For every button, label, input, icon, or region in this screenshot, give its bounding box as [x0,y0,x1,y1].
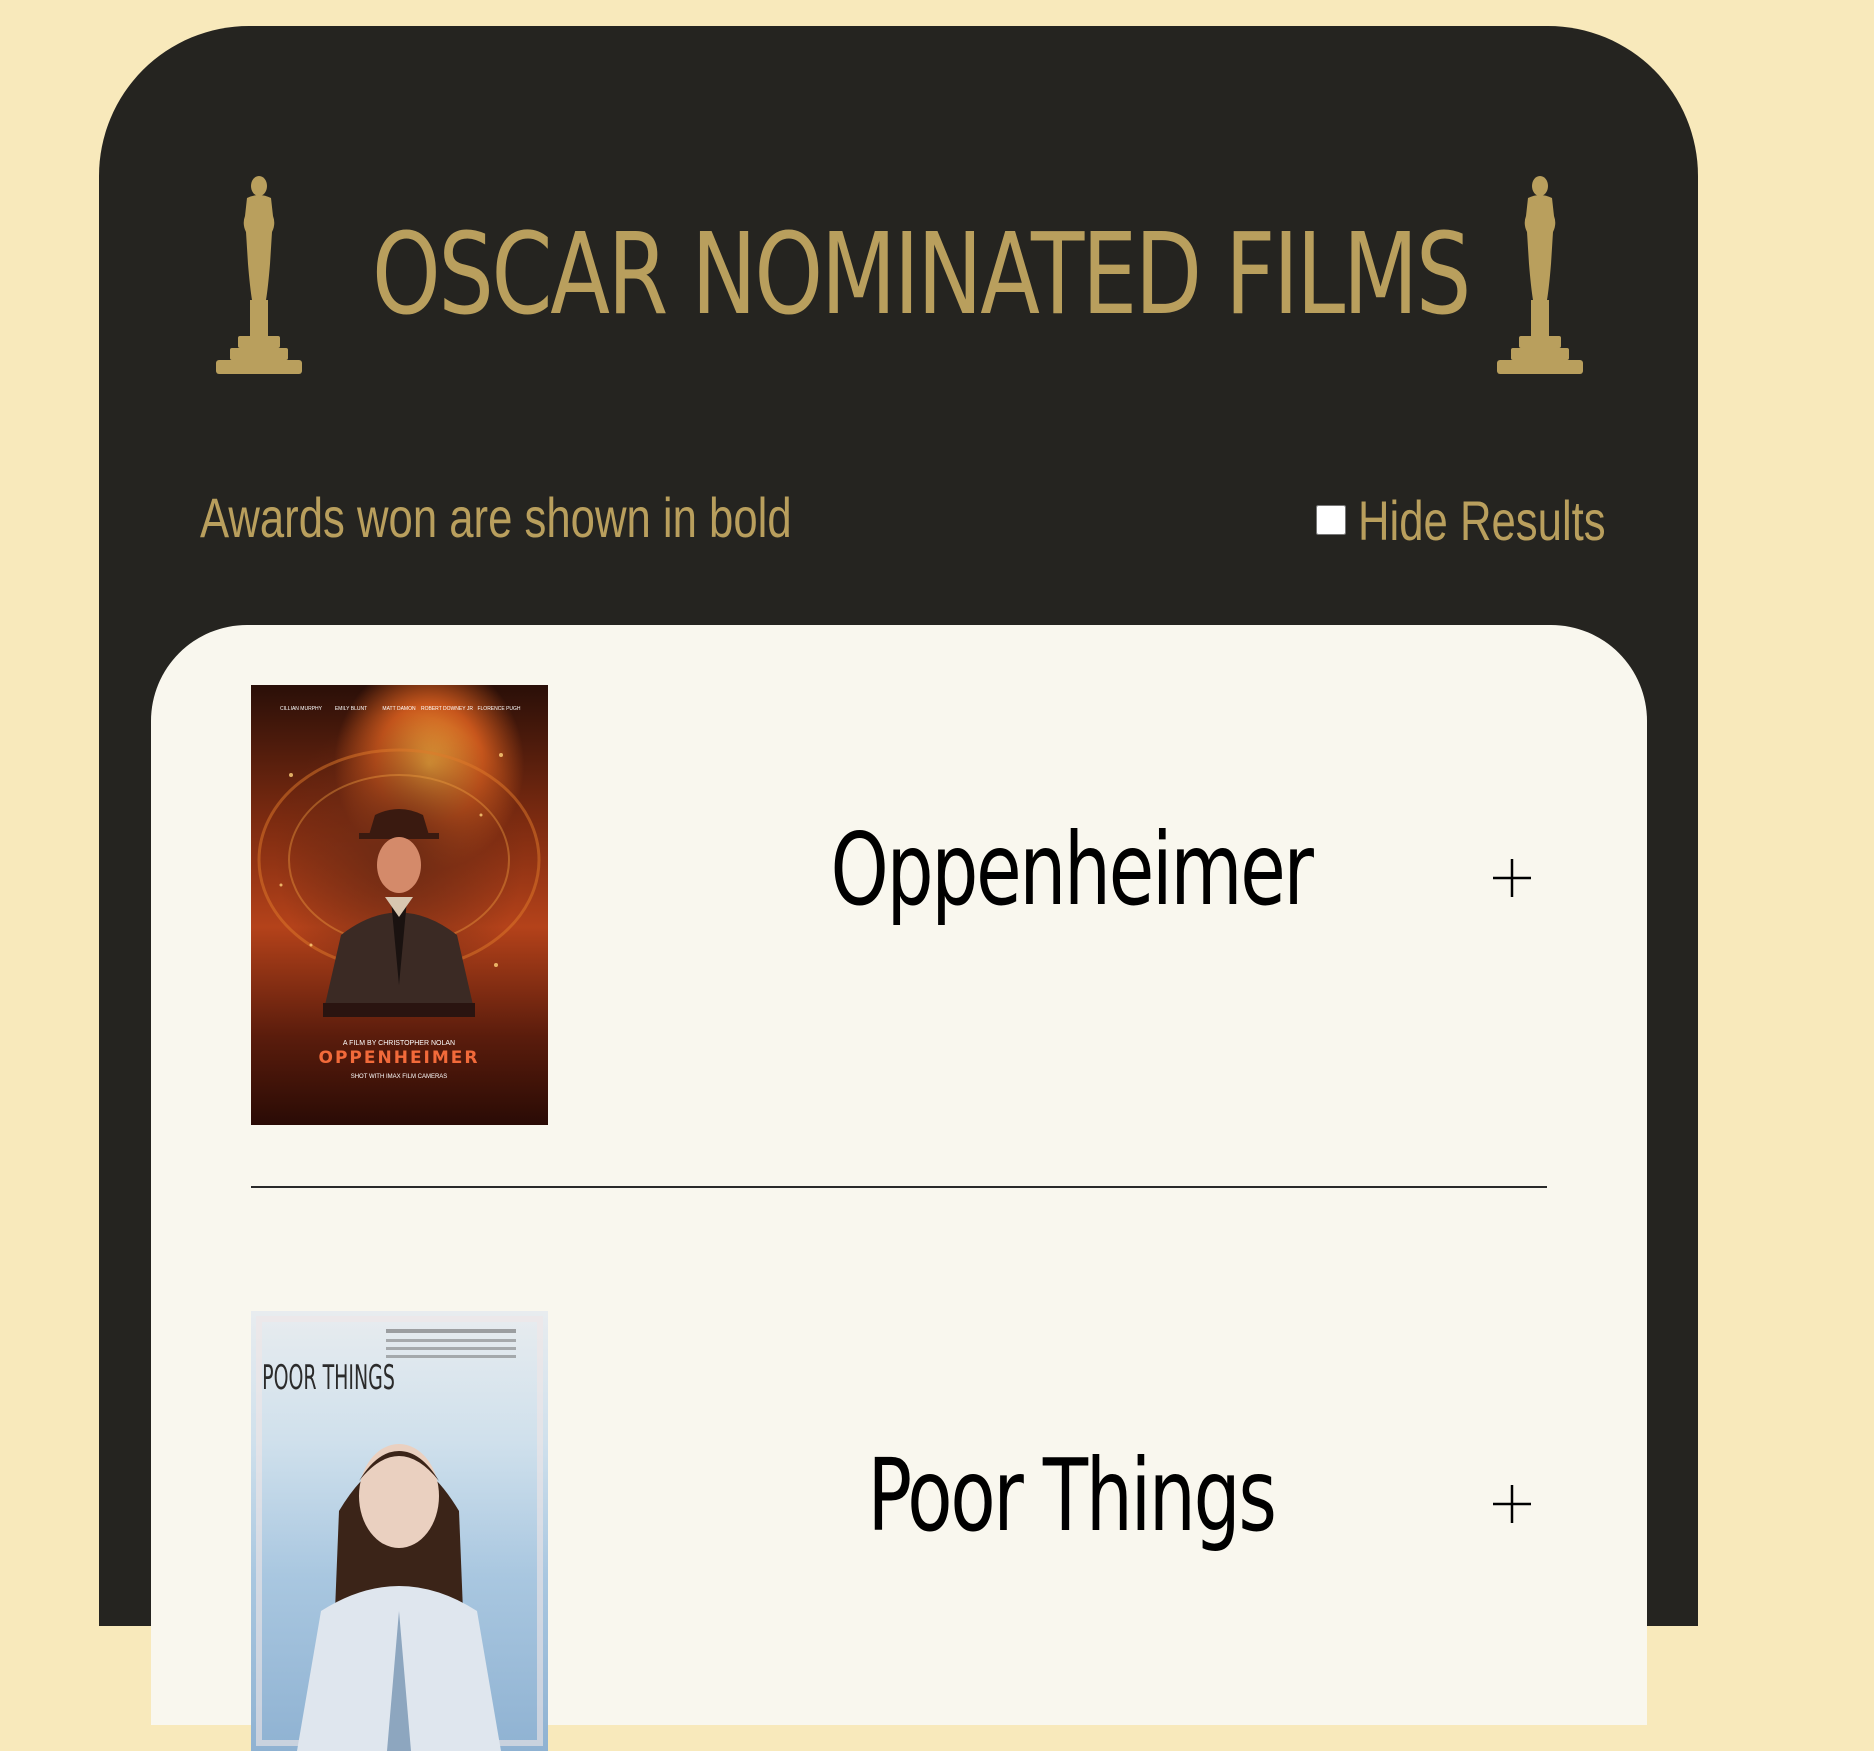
film-list-card: A FILM BY CHRISTOPHER NOLAN OPPENHEIMER … [151,625,1647,1751]
poster-cast-2: EMILY BLUNT [335,706,367,712]
poster-cast-5: FLORENCE PUGH [477,706,520,712]
poster-imax-credit: SHOT WITH IMAX FILM CAMERAS [351,1074,448,1080]
film-item-poor-things[interactable]: POOR THINGS Poor Things [251,1311,1547,1751]
plus-icon[interactable] [1491,857,1533,899]
oppenheimer-poster: A FILM BY CHRISTOPHER NOLAN OPPENHEIMER … [251,685,548,1125]
awards-note: Awards won are shown in bold [200,486,792,549]
film-divider [251,1186,1547,1188]
hide-results-toggle[interactable]: Hide Results [1316,488,1675,552]
poor-things-poster-art: POOR THINGS [256,1316,543,1751]
oscar-statuette-icon [216,176,302,374]
film-title: Poor Things [671,1441,1471,1551]
poster-cast-1: CILLIAN MURPHY [280,706,323,712]
film-title: Oppenheimer [671,815,1471,925]
film-item-oppenheimer[interactable]: A FILM BY CHRISTOPHER NOLAN OPPENHEIMER … [251,685,1547,1125]
poster-director-credit: A FILM BY CHRISTOPHER NOLAN [343,1040,455,1047]
film-title-text: Oppenheimer [830,811,1313,928]
page-title: OSCAR NOMINATED FILMS [372,210,1471,340]
poor-things-poster: POOR THINGS [251,1311,548,1751]
hide-results-checkbox[interactable] [1316,505,1346,535]
poster-cast-3: MATT DAMON [382,706,416,712]
hide-results-label: Hide Results [1358,488,1606,552]
poster-title: OPPENHEIMER [319,1048,480,1068]
oppenheimer-poster-art: A FILM BY CHRISTOPHER NOLAN OPPENHEIMER … [257,706,541,1080]
plus-icon[interactable] [1491,1483,1533,1525]
oscar-statuette-icon [1497,176,1583,374]
poster-title: POOR THINGS [262,1358,395,1398]
film-title-text: Poor Things [867,1437,1276,1554]
poster-cast-4: ROBERT DOWNEY JR [421,706,473,712]
